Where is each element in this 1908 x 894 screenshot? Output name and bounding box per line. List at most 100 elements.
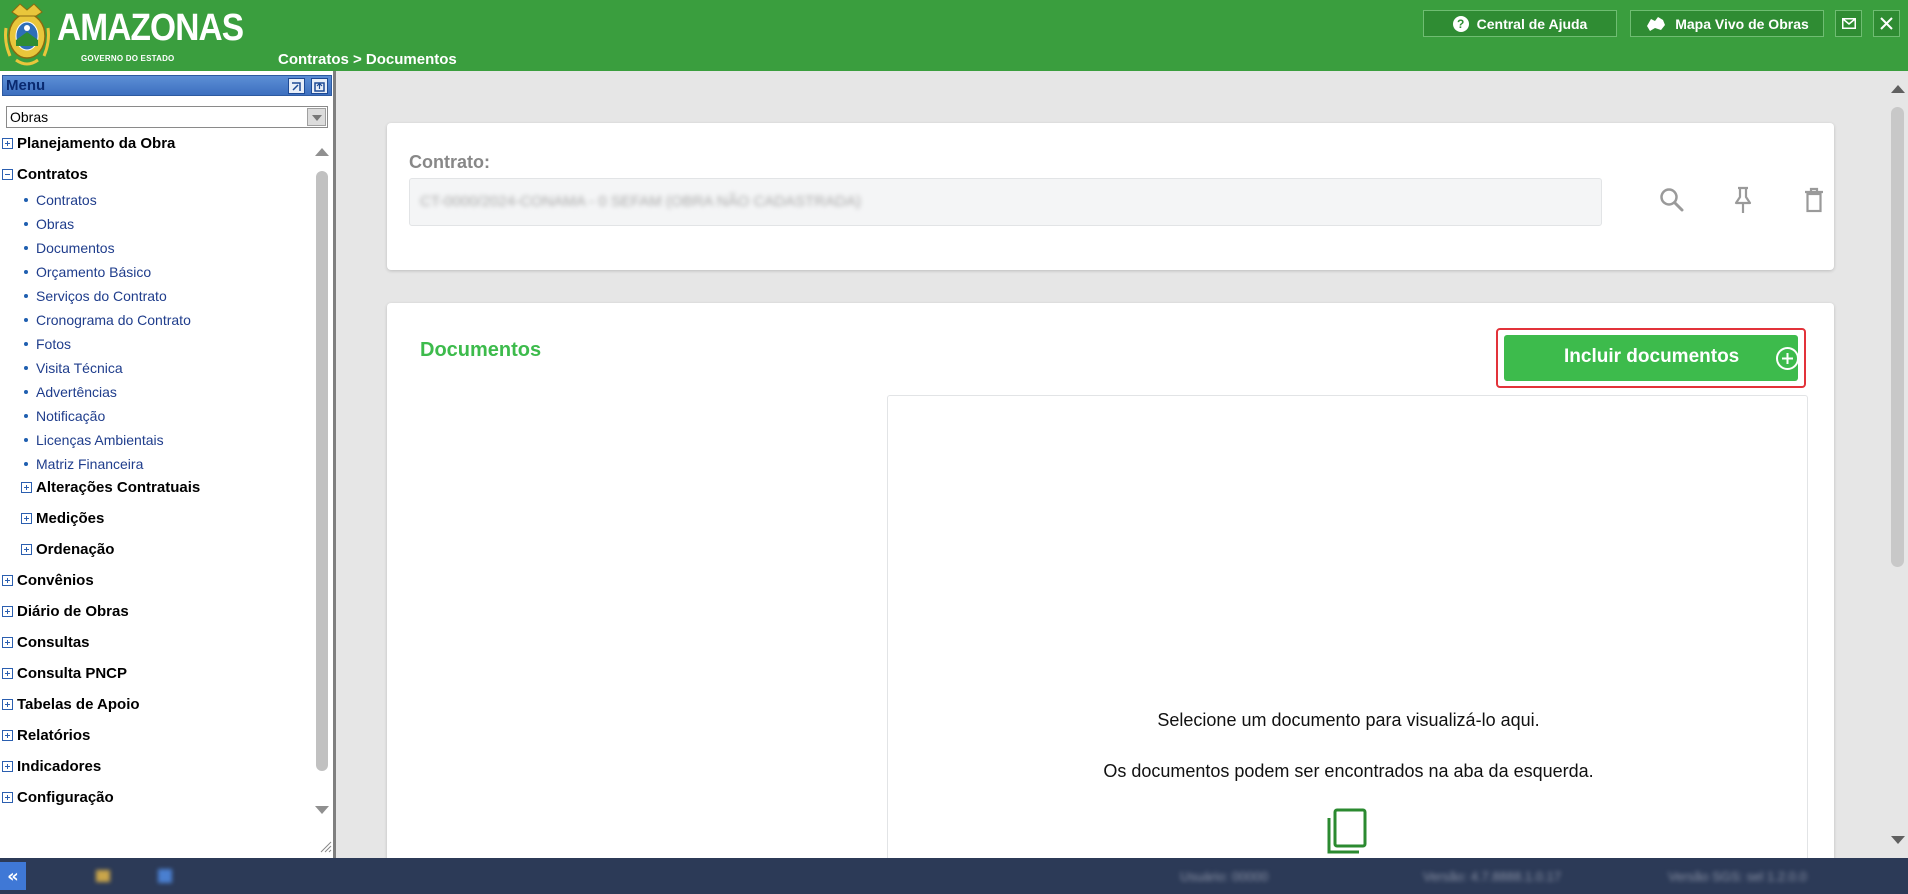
tree-node-ordenacao[interactable]: Ordenação [21, 539, 114, 559]
tree-node-consultas[interactable]: Consultas [2, 632, 90, 652]
status-icon-1 [96, 870, 110, 882]
module-select[interactable]: Obras [6, 106, 328, 128]
expand-plus-icon[interactable] [2, 574, 13, 586]
tree-node-relatorios[interactable]: Relatórios [2, 725, 90, 745]
menu-item-documentos[interactable]: Documentos [24, 239, 115, 257]
help-center-label: Central de Ajuda [1476, 15, 1588, 32]
expand-plus-icon[interactable] [2, 137, 13, 149]
tree-node-alteracoes[interactable]: Alterações Contratuais [21, 477, 200, 497]
logo-subtitle: GOVERNO DO ESTADO [81, 54, 175, 63]
mail-button[interactable] [1835, 10, 1862, 37]
contract-card: Contrato: CT-0000/2024-CONAMA - 0 SEFAM … [387, 123, 1834, 270]
sidebar: Menu Obras Planejamento da Obra Contrato… [0, 71, 336, 858]
clear-contract-button[interactable] [1799, 185, 1829, 215]
expand-plus-icon[interactable] [2, 667, 13, 679]
footer-sgs-version: Versão SGS: sel 1.2.0.0 [1668, 869, 1807, 884]
tree-node-label: Relatórios [17, 726, 91, 744]
menu-item-label: Serviços do Contrato [36, 288, 167, 304]
menu-pin-button[interactable] [311, 78, 328, 94]
tree-node-configuracao[interactable]: Configuração [2, 787, 114, 807]
menu-item-obras[interactable]: Obras [24, 215, 74, 233]
tree-node-medicoes[interactable]: Medições [21, 508, 104, 528]
main-scroll-thumb[interactable] [1891, 107, 1904, 567]
menu-collapse-button[interactable] [288, 78, 305, 94]
collapse-sidebar-button[interactable]: « [0, 862, 26, 890]
tree-node-diario[interactable]: Diário de Obras [2, 601, 129, 621]
contract-field[interactable]: CT-0000/2024-CONAMA - 0 SEFAM (OBRA NÃO … [409, 178, 1602, 226]
menu-item-label: Fotos [36, 336, 72, 352]
menu-item-label: Notificação [36, 408, 106, 424]
chevron-down-icon[interactable] [307, 108, 326, 126]
menu-item-label: Advertências [36, 384, 117, 400]
scroll-down-icon[interactable] [315, 806, 329, 814]
menu-item-cronograma[interactable]: Cronograma do Contrato [24, 311, 191, 329]
amazonas-logo[interactable]: AMAZONAS GOVERNO DO ESTADO [0, 0, 244, 71]
menu-item-contratos[interactable]: Contratos [24, 191, 97, 209]
live-works-map-label: Mapa Vivo de Obras [1675, 15, 1809, 32]
menu-item-matriz[interactable]: Matriz Financeira [24, 455, 143, 473]
menu-item-servicos[interactable]: Serviços do Contrato [24, 287, 167, 305]
sidebar-scroll-thumb[interactable] [316, 171, 328, 771]
expand-plus-icon[interactable] [21, 543, 32, 555]
logo-title: AMAZONAS [57, 7, 244, 49]
tree-node-label: Contratos [17, 165, 88, 183]
close-button[interactable] [1873, 10, 1900, 37]
tree-node-convenios[interactable]: Convênios [2, 570, 94, 590]
tree-node-indicadores[interactable]: Indicadores [2, 756, 101, 776]
collapse-minus-icon[interactable] [2, 168, 13, 180]
expand-plus-icon[interactable] [2, 605, 13, 617]
resize-grip-icon[interactable] [320, 841, 332, 853]
viewer-empty-line2: Os documentos podem ser encontrados na a… [1103, 761, 1594, 781]
live-works-map-button[interactable]: Mapa Vivo de Obras [1630, 10, 1824, 37]
help-center-button[interactable]: ? Central de Ajuda [1423, 10, 1617, 37]
bullet-icon [24, 318, 28, 322]
menu-item-licencas[interactable]: Licenças Ambientais [24, 431, 164, 449]
footer-version: Versão: 4.7.8888.1.0.17 [1423, 869, 1562, 884]
menu-item-label: Documentos [36, 240, 115, 256]
menu-header: Menu [2, 75, 332, 96]
main-scroll-up-icon[interactable] [1891, 85, 1905, 93]
tree-node-label: Alterações Contratuais [36, 478, 201, 496]
documents-title: Documentos [420, 339, 542, 361]
include-documents-button[interactable]: Incluir documentos [1504, 335, 1799, 381]
pin-contract-button[interactable] [1728, 185, 1758, 215]
collapse-icon [292, 82, 301, 91]
menu-item-label: Orçamento Básico [36, 264, 152, 280]
close-icon [1880, 17, 1893, 30]
menu-item-visita-tecnica[interactable]: Visita Técnica [24, 359, 123, 377]
menu-tree: Planejamento da Obra Contratos Contratos… [0, 131, 310, 831]
menu-item-orcamento[interactable]: Orçamento Básico [24, 263, 151, 281]
documents-card: Documentos Incluir documentos Selecione … [387, 303, 1834, 858]
scroll-up-icon[interactable] [315, 148, 329, 156]
menu-item-label: Matriz Financeira [36, 456, 144, 472]
viewer-empty-line1: Selecione um documento para visualizá-lo… [1157, 710, 1540, 730]
expand-plus-icon[interactable] [2, 791, 13, 803]
breadcrumb: Contratos > Documentos [278, 51, 457, 68]
menu-title: Menu [6, 77, 46, 94]
bullet-icon [24, 222, 28, 226]
menu-item-label: Visita Técnica [36, 360, 123, 376]
menu-item-label: Cronograma do Contrato [36, 312, 191, 328]
expand-plus-icon[interactable] [21, 512, 32, 524]
search-contract-button[interactable] [1657, 185, 1687, 215]
module-select-value: Obras [10, 109, 49, 125]
bullet-icon [24, 414, 28, 418]
menu-item-notificacao[interactable]: Notificação [24, 407, 105, 425]
main-scroll-down-icon[interactable] [1891, 836, 1905, 844]
expand-plus-icon[interactable] [21, 481, 32, 493]
expand-plus-icon[interactable] [2, 760, 13, 772]
tree-node-planejamento[interactable]: Planejamento da Obra [2, 133, 175, 153]
tree-node-label: Consultas [17, 633, 90, 651]
bullet-icon [24, 462, 28, 466]
bullet-icon [24, 294, 28, 298]
tree-node-pncp[interactable]: Consulta PNCP [2, 663, 127, 683]
tree-node-tabelas[interactable]: Tabelas de Apoio [2, 694, 140, 714]
menu-item-fotos[interactable]: Fotos [24, 335, 71, 353]
menu-item-advertencias[interactable]: Advertências [24, 383, 117, 401]
expand-plus-icon[interactable] [2, 729, 13, 741]
tree-node-contratos[interactable]: Contratos [2, 164, 88, 184]
expand-plus-icon[interactable] [2, 636, 13, 648]
expand-plus-icon[interactable] [2, 698, 13, 710]
tree-node-label: Consulta PNCP [17, 664, 128, 682]
contract-value: CT-0000/2024-CONAMA - 0 SEFAM (OBRA NÃO … [420, 193, 861, 210]
